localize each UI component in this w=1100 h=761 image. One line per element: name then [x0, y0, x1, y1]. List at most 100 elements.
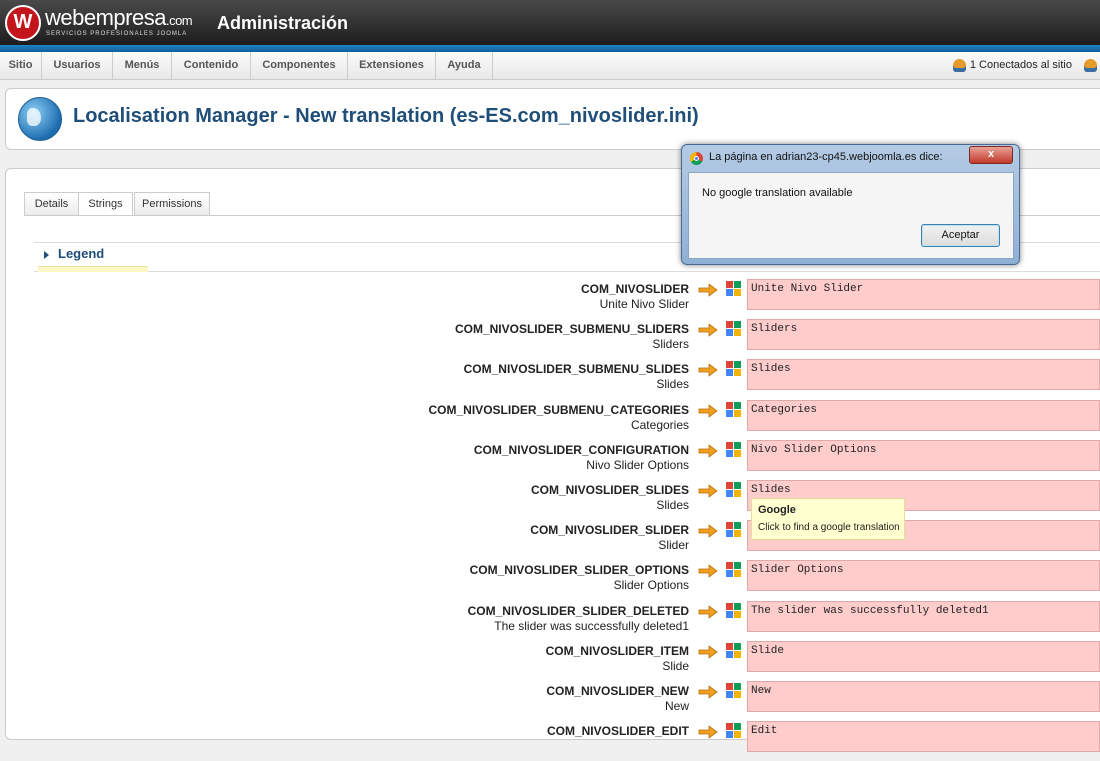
string-row: COM_NIVOSLIDER Unite Nivo Slider Unite Niv…: [0, 279, 1100, 319]
dialog-title: La página en adrian23-cp45.webjoomla.es …: [709, 151, 943, 163]
google-translate-icon[interactable]: [726, 683, 741, 698]
string-key: COM_NIVOSLIDER_SLIDER_OPTIONS: [469, 563, 689, 578]
accept-button[interactable]: Aceptar: [921, 224, 1000, 247]
webempresa-logo-icon: W: [5, 5, 41, 41]
menu-extensiones[interactable]: Extensiones: [348, 52, 436, 79]
user-icon[interactable]: [1084, 59, 1097, 72]
translation-field[interactable]: Nivo Slider Options: [747, 439, 1100, 471]
google-translate-icon[interactable]: [726, 441, 741, 457]
admin-header: W webempresa.com SERVICIOS PROFESIONALES…: [0, 0, 1100, 45]
google-translate-icon[interactable]: [726, 482, 741, 497]
string-key: COM_NIVOSLIDER_SLIDES: [530, 483, 689, 497]
tab-strings[interactable]: Strings: [78, 192, 133, 216]
copy-arrow-icon[interactable]: [698, 443, 718, 458]
page-title: Localisation Manager - New translation (…: [73, 105, 699, 127]
translation-field[interactable]: Slide: [747, 640, 1100, 672]
logo-tagline: SERVICIOS PROFESIONALES JOOMLA: [46, 31, 188, 37]
translation-field[interactable]: Categories: [747, 399, 1100, 431]
globe-icon: [18, 97, 62, 141]
main-menu-bar: Sitio Usuarios Menús Contenido Component…: [0, 52, 1100, 80]
string-original: Categories: [630, 417, 689, 432]
tooltip-body: Click to find a google translation: [758, 522, 900, 533]
google-translate-icon[interactable]: [726, 401, 741, 417]
legend-label: Legend: [58, 246, 105, 261]
copy-arrow-icon[interactable]: [698, 484, 718, 498]
translation-field[interactable]: Slides: [747, 359, 1100, 391]
string-row: COM_NIVOSLIDER_SUBMENU_SLIDERS Sliders Sli…: [0, 319, 1100, 359]
title-panel: Localisation Manager - New translation (…: [5, 88, 1100, 150]
string-key: COM_NIVOSLIDER_NEW: [546, 684, 689, 698]
google-translate-icon[interactable]: [726, 562, 741, 578]
string-key: COM_NIVOSLIDER_SUBMENU_CATEGORIES: [428, 402, 689, 417]
string-row: COM_NIVOSLIDER_CONFIGURATION Nivo Slider …: [0, 439, 1100, 480]
string-row: COM_NIVOSLIDER_SLIDES Slides Slides: [0, 480, 1100, 520]
alert-dialog: La página en adrian23-cp45.webjoomla.es …: [681, 144, 1020, 265]
logo-text: webempresa.com: [45, 5, 193, 30]
copy-arrow-icon[interactable]: [698, 524, 718, 538]
google-translate-icon[interactable]: [726, 281, 741, 296]
copy-arrow-icon[interactable]: [698, 403, 718, 418]
menu-usuarios[interactable]: Usuarios: [42, 52, 113, 79]
users-icon: [952, 58, 966, 72]
copy-arrow-icon[interactable]: [698, 685, 718, 699]
translation-field[interactable]: New: [747, 681, 1100, 712]
string-row: COM_NIVOSLIDER_NEW New New: [0, 681, 1100, 721]
string-row: COM_NIVOSLIDER_SLIDER_DELETED The slider …: [0, 600, 1100, 641]
string-row: COM_NIVOSLIDER_EDIT Edit: [0, 721, 1100, 761]
copy-arrow-icon[interactable]: [698, 363, 718, 378]
close-button[interactable]: x: [969, 146, 1013, 164]
copy-arrow-icon[interactable]: [698, 644, 718, 659]
string-key: COM_NIVOSLIDER_CONFIGURATION: [473, 442, 689, 457]
dialog-body: No google translation available Aceptar: [688, 172, 1014, 259]
string-key: COM_NIVOSLIDER_ITEM: [545, 643, 689, 658]
string-original: New: [664, 699, 689, 713]
google-translate-icon[interactable]: [726, 723, 741, 739]
string-key: COM_NIVOSLIDER_SUBMENU_SLIDERS: [454, 322, 689, 337]
menu-ayuda[interactable]: Ayuda: [436, 52, 493, 79]
copy-arrow-icon[interactable]: [698, 725, 718, 739]
copy-arrow-icon[interactable]: [698, 564, 718, 579]
legend-highlight: [38, 266, 148, 272]
string-key: COM_NIVOSLIDER_SLIDER_DELETED: [467, 603, 689, 618]
string-row: COM_NIVOSLIDER_SUBMENU_SLIDES Slides Slide…: [0, 359, 1100, 399]
string-original: Slides: [656, 377, 689, 392]
string-row: COM_NIVOSLIDER_SUBMENU_CATEGORIES Categor…: [0, 399, 1100, 440]
translation-field[interactable]: Unite Nivo Slider: [747, 279, 1100, 310]
string-key: COM_NIVOSLIDER: [580, 282, 689, 296]
string-row: COM_NIVOSLIDER_ITEM Slide Slide: [0, 640, 1100, 681]
string-key: COM_NIVOSLIDER_SLIDER: [530, 523, 689, 538]
string-original: Slide: [662, 658, 689, 673]
menu-menus[interactable]: Menús: [113, 52, 172, 79]
string-original: Slides: [656, 498, 689, 512]
google-translate-icon[interactable]: [726, 602, 741, 618]
string-row: COM_NIVOSLIDER_SLIDER Slider: [0, 520, 1100, 560]
copy-arrow-icon[interactable]: [698, 283, 718, 297]
menu-componentes[interactable]: Componentes: [251, 52, 348, 79]
admin-title: Administración: [217, 13, 349, 33]
copy-arrow-icon[interactable]: [698, 604, 718, 619]
string-original: Nivo Slider Options: [586, 457, 689, 472]
translation-field[interactable]: Edit: [747, 721, 1100, 753]
string-original: The slider was successfully deleted1: [494, 618, 689, 633]
menu-sitio[interactable]: Sitio: [0, 52, 42, 79]
tab-details[interactable]: Details: [24, 192, 79, 215]
google-translate-icon[interactable]: [726, 522, 741, 538]
copy-arrow-icon[interactable]: [698, 323, 718, 337]
expand-arrow-icon: [44, 251, 49, 259]
string-original: Unite Nivo Slider: [599, 297, 689, 311]
google-translate-icon[interactable]: [726, 321, 741, 337]
google-tooltip: Google Click to find a google translatio…: [751, 498, 905, 540]
string-original: Slider: [658, 538, 689, 553]
menu-contenido[interactable]: Contenido: [172, 52, 251, 79]
translation-field[interactable]: Slider Options: [747, 560, 1100, 592]
google-translate-icon[interactable]: [726, 361, 741, 377]
string-row: COM_NIVOSLIDER_SLIDER_OPTIONS Slider Opti…: [0, 560, 1100, 600]
tooltip-title: Google: [758, 504, 796, 516]
google-translate-icon[interactable]: [726, 642, 741, 658]
tab-permissions[interactable]: Permissions: [134, 192, 210, 215]
translation-field[interactable]: Sliders: [747, 319, 1100, 351]
string-key: COM_NIVOSLIDER_SUBMENU_SLIDES: [463, 362, 689, 377]
connected-users[interactable]: 1 Conectados al sitio: [952, 52, 1072, 79]
translation-field[interactable]: The slider was successfully deleted1: [747, 600, 1100, 632]
header-stripe: [0, 45, 1100, 52]
